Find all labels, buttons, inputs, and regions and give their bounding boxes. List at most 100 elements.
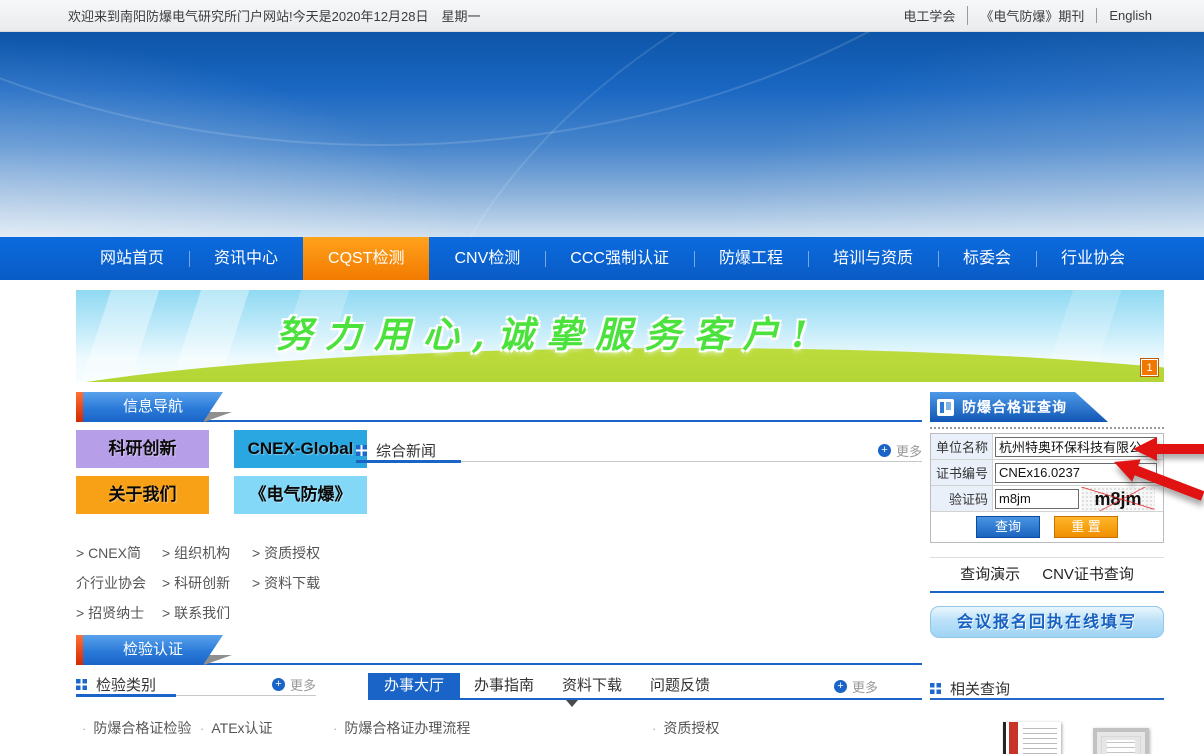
- certificate-icon: [937, 399, 954, 416]
- captcha-label: 验证码: [931, 486, 993, 511]
- nav-cnv[interactable]: CNV检测: [429, 237, 545, 280]
- tab-feedback[interactable]: 问题反馈: [636, 673, 724, 699]
- tile-journal[interactable]: 《电气防爆》: [234, 476, 367, 514]
- banner-streak: [76, 290, 175, 382]
- topbar-link-english[interactable]: English: [1096, 8, 1164, 23]
- main-nav: 网站首页 资讯中心 CQST检测 CNV检测 CCC强制认证 防爆工程 培训与资…: [0, 237, 1204, 280]
- link-row: 介行业协会 > 科研创新 > 资料下载: [76, 568, 376, 598]
- page: 欢迎来到南阳防爆电气研究所门户网站!今天是2020年12月28日 星期一 电工学…: [0, 0, 1204, 754]
- topbar-link-journal[interactable]: 《电气防爆》期刊: [967, 6, 1096, 25]
- related-header: 相关查询: [930, 678, 1164, 700]
- banner-page-indicator[interactable]: 1: [1141, 359, 1158, 376]
- certificate-image-2[interactable]: [1093, 728, 1149, 754]
- dotted-divider: [930, 427, 1164, 429]
- nav-training[interactable]: 培训与资质: [808, 237, 938, 280]
- bullet-icon: ·: [333, 721, 337, 736]
- plus-icon: [834, 680, 847, 693]
- hero-banner: [0, 32, 1204, 237]
- cert-query-form: 单位名称 证书编号 验证码 m8jm 查询 重 置: [930, 433, 1164, 543]
- link-downloads[interactable]: > 资料下载: [252, 573, 342, 593]
- plus-icon: [878, 444, 891, 457]
- link-row: > CNEX简 > 组织机构 > 资质授权: [76, 538, 376, 568]
- tab-downloads[interactable]: 资料下载: [548, 673, 636, 699]
- company-label: 单位名称: [931, 434, 993, 459]
- tile-about-us[interactable]: 关于我们: [76, 476, 209, 514]
- info-nav-links: > CNEX简 > 组织机构 > 资质授权 介行业协会 > 科研创新 > 资料下…: [76, 538, 376, 628]
- shortcut-tiles: 科研创新 CNEX-Global 关于我们 《电气防爆》: [76, 430, 376, 514]
- bullet-icon: ·: [652, 721, 656, 736]
- link-recruit[interactable]: > 招贤纳士: [76, 603, 162, 623]
- news-title: 综合新闻: [376, 440, 436, 461]
- grid-icon: [930, 683, 941, 694]
- news-header: 综合新闻 更多: [356, 440, 922, 462]
- banner-slogan: 努力用心,诚挚服务客户!: [276, 306, 820, 358]
- tile-cnex-global[interactable]: CNEX-Global: [234, 430, 367, 468]
- news-more-link[interactable]: 更多: [896, 441, 922, 460]
- section-inspection: 检验认证: [76, 635, 922, 665]
- form-buttons: 查询 重 置: [931, 512, 1163, 542]
- red-arrow-company-icon: [1133, 437, 1204, 461]
- link-cnex-intro[interactable]: > CNEX简: [76, 543, 162, 563]
- tab-pointer-icon: [566, 700, 578, 707]
- header-underline: [356, 460, 461, 463]
- form-row-captcha: 验证码 m8jm: [931, 486, 1163, 512]
- section-info-nav-tab[interactable]: 信息导航: [83, 392, 223, 422]
- nav-engineering[interactable]: 防爆工程: [694, 237, 808, 280]
- tab-guide[interactable]: 办事指南: [460, 673, 548, 699]
- service-more-link[interactable]: 更多: [852, 677, 878, 696]
- meeting-signup-button[interactable]: 会议报名回执在线填写: [930, 606, 1164, 638]
- link-industry-assoc[interactable]: 介行业协会: [76, 573, 162, 593]
- query-demo-row: 查询演示 CNV证书查询: [930, 557, 1164, 593]
- topbar-links: 电工学会 《电气防爆》期刊 English: [891, 6, 1164, 25]
- captcha-image[interactable]: m8jm: [1081, 487, 1155, 511]
- topbar-link-society[interactable]: 电工学会: [891, 6, 967, 25]
- section-info-nav: 信息导航: [76, 392, 922, 422]
- plus-icon: [272, 678, 285, 691]
- query-button[interactable]: 查询: [976, 516, 1040, 538]
- link-cert-process[interactable]: ·防爆合格证办理流程: [333, 718, 470, 738]
- nav-association[interactable]: 行业协会: [1036, 237, 1150, 280]
- cert-query-panel: 防爆合格证查询 单位名称 证书编号 验证码 m8jm: [930, 392, 1164, 638]
- header-underline: [76, 694, 176, 697]
- link-explosion-cert-inspection[interactable]: ·防爆合格证检验: [82, 718, 191, 738]
- link-contact[interactable]: > 联系我们: [162, 603, 252, 623]
- nav-home[interactable]: 网站首页: [75, 237, 189, 280]
- cert-query-titlebar: 防爆合格证查询: [930, 392, 1164, 422]
- cert-query-title: 防爆合格证查询: [962, 397, 1067, 417]
- slogan-banner[interactable]: 努力用心,诚挚服务客户! 1: [76, 290, 1164, 382]
- certificate-image-1[interactable]: [1003, 722, 1061, 754]
- captcha-input[interactable]: [995, 489, 1079, 509]
- categories-more-link[interactable]: 更多: [290, 675, 316, 694]
- query-demo-link[interactable]: 查询演示: [960, 566, 1020, 583]
- nav-ccc[interactable]: CCC强制认证: [545, 237, 694, 280]
- categories-title: 检验类别: [96, 674, 156, 695]
- cert-no-label: 证书编号: [931, 460, 993, 485]
- bullet-icon: ·: [82, 721, 86, 736]
- nav-news-center[interactable]: 资讯中心: [189, 237, 303, 280]
- link-organization[interactable]: > 组织机构: [162, 543, 252, 563]
- link-atex-cert[interactable]: ·ATEx认证: [200, 718, 273, 738]
- link-research[interactable]: > 科研创新: [162, 573, 252, 593]
- reset-button[interactable]: 重 置: [1054, 516, 1118, 538]
- service-tabs: 办事大厅 办事指南 资料下载 问题反馈 更多: [368, 674, 922, 700]
- link-qualification-auth[interactable]: ·资质授权: [652, 718, 719, 738]
- arrow-shaft: [1154, 444, 1204, 454]
- related-title: 相关查询: [950, 678, 1010, 699]
- nav-committee[interactable]: 标委会: [938, 237, 1036, 280]
- nav-cqst[interactable]: CQST检测: [303, 237, 429, 280]
- grid-icon: [76, 679, 87, 690]
- section-accent: [76, 392, 83, 422]
- section-inspection-tab[interactable]: 检验认证: [83, 635, 223, 665]
- tile-research[interactable]: 科研创新: [76, 430, 209, 468]
- cert-query-title-tab: 防爆合格证查询: [930, 392, 1108, 422]
- link-qualification[interactable]: > 资质授权: [252, 543, 342, 563]
- content: 努力用心,诚挚服务客户! 1 信息导航 科研创新 CNEX-Global 关于我…: [76, 290, 1164, 754]
- grid-icon: [356, 445, 367, 456]
- topbar: 欢迎来到南阳防爆电气研究所门户网站!今天是2020年12月28日 星期一 电工学…: [0, 0, 1204, 32]
- categories-header: 检验类别 更多: [76, 674, 316, 696]
- link-row: > 招贤纳士 > 联系我们: [76, 598, 376, 628]
- tab-service-hall[interactable]: 办事大厅: [368, 673, 460, 699]
- bullet-icon: ·: [200, 721, 204, 736]
- welcome-text: 欢迎来到南阳防爆电气研究所门户网站!今天是2020年12月28日 星期一: [68, 6, 480, 25]
- cnv-cert-query-link[interactable]: CNV证书查询: [1042, 566, 1134, 583]
